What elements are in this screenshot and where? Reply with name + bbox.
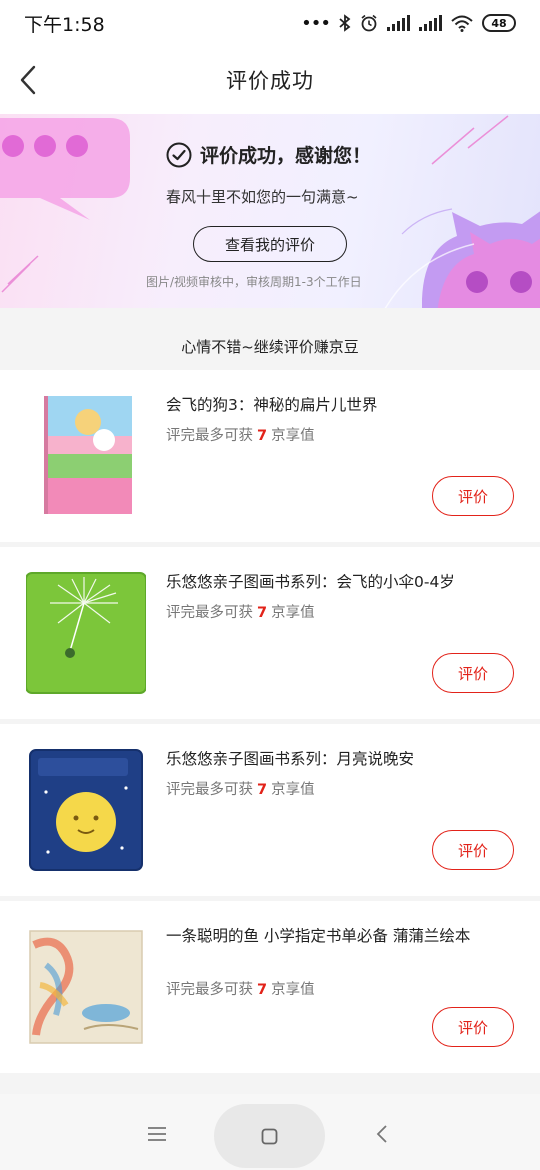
reward-suffix: 京享值 (271, 605, 315, 621)
bluetooth-icon (339, 14, 351, 32)
product-title[interactable]: 乐悠悠亲子图画书系列：会飞的小伞0-4岁 (166, 571, 510, 594)
character-decoration (384, 208, 540, 308)
product-item: 会飞的狗3：神秘的扁片儿世界 评完最多可获 7 京享值 评价 (0, 370, 540, 542)
product-title[interactable]: 一条聪明的鱼 小学指定书单必备 蒲蒲兰绘本 (166, 925, 510, 948)
product-cover-image[interactable] (26, 394, 146, 518)
status-bar: 下午1:58 ••• 48 (0, 0, 540, 46)
success-heading: 评价成功，感谢您！ (166, 141, 371, 168)
speech-bubble-decoration (0, 118, 130, 220)
product-title[interactable]: 会飞的狗3：神秘的扁片儿世界 (166, 394, 510, 417)
review-button[interactable]: 评价 (432, 476, 514, 516)
home-square-icon (261, 1128, 278, 1145)
signal-icon-1 (387, 15, 410, 31)
reward-line: 评完最多可获 7 京享值 (166, 601, 315, 622)
battery-icon: 48 (482, 14, 516, 32)
reward-line: 评完最多可获 7 京享值 (166, 978, 315, 999)
reward-prefix: 评完最多可获 (166, 605, 253, 621)
diagonal-lines-decoration (431, 115, 509, 165)
nav-bar: 评价成功 (0, 46, 540, 114)
review-button[interactable]: 评价 (432, 653, 514, 693)
battery-level: 48 (491, 16, 507, 30)
reward-suffix: 京享值 (271, 782, 315, 798)
status-icons: ••• 48 (301, 13, 516, 34)
home-button[interactable] (214, 1104, 325, 1168)
reward-suffix: 京享值 (271, 982, 315, 998)
reward-value: 7 (257, 605, 268, 621)
alarm-icon (361, 14, 377, 32)
back-triangle-icon[interactable] (374, 1124, 390, 1144)
review-notice: 图片/视频审核中，审核周期1-3个工作日 (146, 275, 362, 289)
product-cover-image[interactable] (26, 571, 146, 695)
more-dots-icon: ••• (301, 12, 331, 34)
product-cover-image[interactable] (26, 748, 146, 872)
review-button[interactable]: 评价 (432, 1007, 514, 1047)
product-title[interactable]: 乐悠悠亲子图画书系列：月亮说晚安 (166, 748, 510, 771)
success-subtitle: 春风十里不如您的一句满意~ (166, 188, 359, 206)
product-item: 乐悠悠亲子图画书系列：月亮说晚安 评完最多可获 7 京享值 评价 (0, 724, 540, 896)
page-title: 评价成功 (226, 69, 314, 93)
reward-value: 7 (257, 428, 268, 444)
reward-prefix: 评完最多可获 (166, 428, 253, 444)
product-item: 一条聪明的鱼 小学指定书单必备 蒲蒲兰绘本 评完最多可获 7 京享值 评价 (0, 901, 540, 1073)
reward-prefix: 评完最多可获 (166, 982, 253, 998)
success-title: 评价成功，感谢您！ (200, 145, 372, 167)
menu-icon[interactable] (146, 1126, 168, 1142)
slash-lines-decoration (1, 255, 39, 293)
review-button[interactable]: 评价 (432, 830, 514, 870)
reward-line: 评完最多可获 7 京享值 (166, 778, 315, 799)
view-my-review-button[interactable]: 查看我的评价 (193, 226, 347, 262)
status-time: 下午1:58 (24, 13, 105, 36)
section-header: 心情不错~继续评价赚京豆 (0, 322, 540, 370)
reward-value: 7 (257, 782, 268, 798)
success-banner: 评价成功，感谢您！ 春风十里不如您的一句满意~ 查看我的评价 图片/视频审核中，… (0, 114, 540, 308)
signal-icon-2 (419, 15, 442, 31)
reward-value: 7 (257, 982, 268, 998)
check-circle-icon (166, 142, 192, 167)
product-cover-image[interactable] (26, 925, 146, 1049)
system-nav-bar (0, 1094, 540, 1170)
back-arrow-icon[interactable] (14, 64, 44, 96)
product-item: 乐悠悠亲子图画书系列：会飞的小伞0-4岁 评完最多可获 7 京享值 评价 (0, 547, 540, 719)
wifi-icon (451, 15, 473, 32)
reward-prefix: 评完最多可获 (166, 782, 253, 798)
reward-line: 评完最多可获 7 京享值 (166, 424, 315, 445)
reward-suffix: 京享值 (271, 428, 315, 444)
